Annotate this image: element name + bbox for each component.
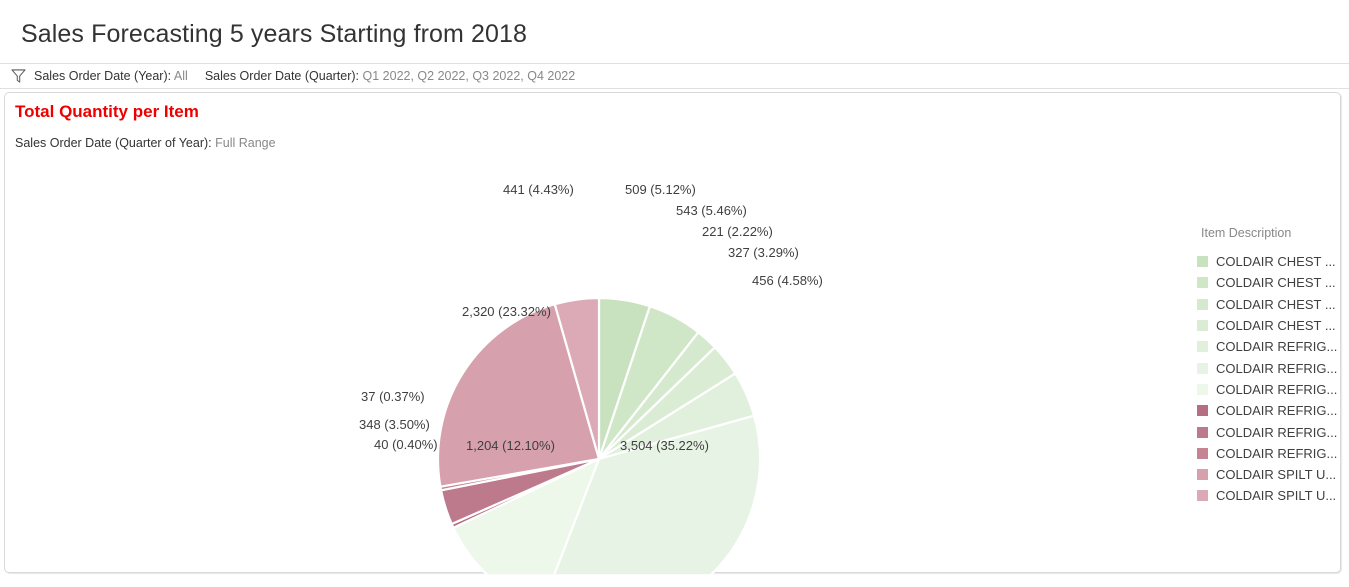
dashboard-root: Sales Forecasting 5 years Starting from … [0, 0, 1349, 587]
filter-quarter-value: Q1 2022, Q2 2022, Q3 2022, Q4 2022 [362, 68, 576, 83]
pie-slice-label: 40 (0.40%) [374, 437, 438, 452]
legend-color-swatch [1197, 469, 1208, 481]
pie-slice-label: 37 (0.37%) [361, 389, 425, 404]
pie-svg [436, 296, 762, 574]
page-title: Sales Forecasting 5 years Starting from … [21, 20, 528, 48]
legend-item[interactable]: COLDAIR REFRIG... [1197, 379, 1347, 400]
legend-item-label: COLDAIR CHEST ... [1216, 275, 1336, 291]
legend-item-label: COLDAIR CHEST ... [1216, 254, 1336, 270]
legend-color-swatch [1197, 341, 1208, 353]
legend-item[interactable]: COLDAIR REFRIG... [1197, 421, 1347, 442]
pie-slice-label: 1,204 (12.10%) [466, 438, 555, 453]
pie-slice-label: 509 (5.12%) [625, 182, 696, 197]
legend-item-label: COLDAIR CHEST ... [1216, 296, 1336, 312]
chart-legend: Item Description COLDAIR CHEST ... COLDAI… [1197, 226, 1347, 507]
filter-quarter-label: Sales Order Date (Quarter): [204, 68, 360, 83]
legend-item-label: COLDAIR REFRIG... [1216, 445, 1338, 461]
legend-color-swatch [1197, 320, 1208, 332]
legend-color-swatch [1197, 426, 1208, 438]
legend-item[interactable]: COLDAIR CHEST ... [1197, 294, 1347, 315]
filter-bar: Sales Order Date (Year): All Sales Order… [0, 63, 1349, 89]
legend-item-label: COLDAIR CHEST ... [1216, 318, 1336, 334]
legend-item-label: COLDAIR REFRIG... [1216, 381, 1338, 397]
filter-year-value: All [173, 68, 188, 83]
legend-color-swatch [1197, 383, 1208, 395]
filter-chip-year[interactable]: Sales Order Date (Year): All [34, 70, 188, 83]
legend-item-label: COLDAIR SPILT U... [1216, 488, 1337, 504]
filter-chip-quarter[interactable]: Sales Order Date (Quarter): Q1 2022, Q2 … [205, 70, 575, 83]
legend-color-swatch [1197, 256, 1208, 268]
legend-item[interactable]: COLDAIR CHEST ... [1197, 272, 1347, 293]
legend-item-label: COLDAIR REFRIG... [1216, 424, 1338, 440]
pie-slice-label: 327 (3.29%) [728, 245, 799, 260]
chart-panel: Total Quantity per Item Sales Order Date… [4, 92, 1341, 574]
legend-item[interactable]: COLDAIR REFRIG... [1197, 443, 1347, 464]
legend-item[interactable]: COLDAIR CHEST ... [1197, 251, 1347, 272]
legend-item[interactable]: COLDAIR SPILT U... [1197, 485, 1347, 506]
legend-color-swatch [1197, 405, 1208, 417]
pie-slice-label: 456 (4.58%) [752, 273, 823, 288]
legend-item-label: COLDAIR SPILT U... [1216, 467, 1337, 483]
legend-color-swatch [1197, 362, 1208, 374]
pie-slice-label: 348 (3.50%) [359, 417, 430, 432]
pie-slice-label: 3,504 (35.22%) [620, 438, 709, 453]
pie-chart[interactable]: 509 (5.12%) 543 (5.46%) 221 (2.22%) 327 (3.… [5, 93, 1195, 574]
legend-color-swatch [1197, 298, 1208, 310]
legend-item[interactable]: COLDAIR CHEST ... [1197, 315, 1347, 336]
legend-color-swatch [1197, 277, 1208, 289]
pie-slice-label: 441 (4.43%) [503, 182, 574, 197]
filter-funnel-icon[interactable] [11, 69, 26, 83]
legend-title: Item Description [1201, 226, 1292, 240]
legend-color-swatch [1197, 490, 1208, 502]
legend-item-label: COLDAIR REFRIG... [1216, 339, 1338, 355]
pie-slice-label: 2,320 (23.32%) [462, 304, 551, 319]
legend-item[interactable]: COLDAIR REFRIG... [1197, 336, 1347, 357]
legend-item-label: COLDAIR REFRIG... [1216, 403, 1338, 419]
legend-color-swatch [1197, 447, 1208, 459]
legend-item[interactable]: COLDAIR SPILT U... [1197, 464, 1347, 485]
legend-item[interactable]: COLDAIR REFRIG... [1197, 357, 1347, 378]
legend-item[interactable]: COLDAIR REFRIG... [1197, 400, 1347, 421]
filter-year-label: Sales Order Date (Year): [34, 68, 172, 83]
pie-slice-label: 543 (5.46%) [676, 203, 747, 218]
legend-item-list: COLDAIR CHEST ... COLDAIR CHEST ... COLDAI… [1197, 251, 1347, 507]
legend-item-label: COLDAIR REFRIG... [1216, 360, 1338, 376]
pie-slice-label: 221 (2.22%) [702, 224, 773, 239]
